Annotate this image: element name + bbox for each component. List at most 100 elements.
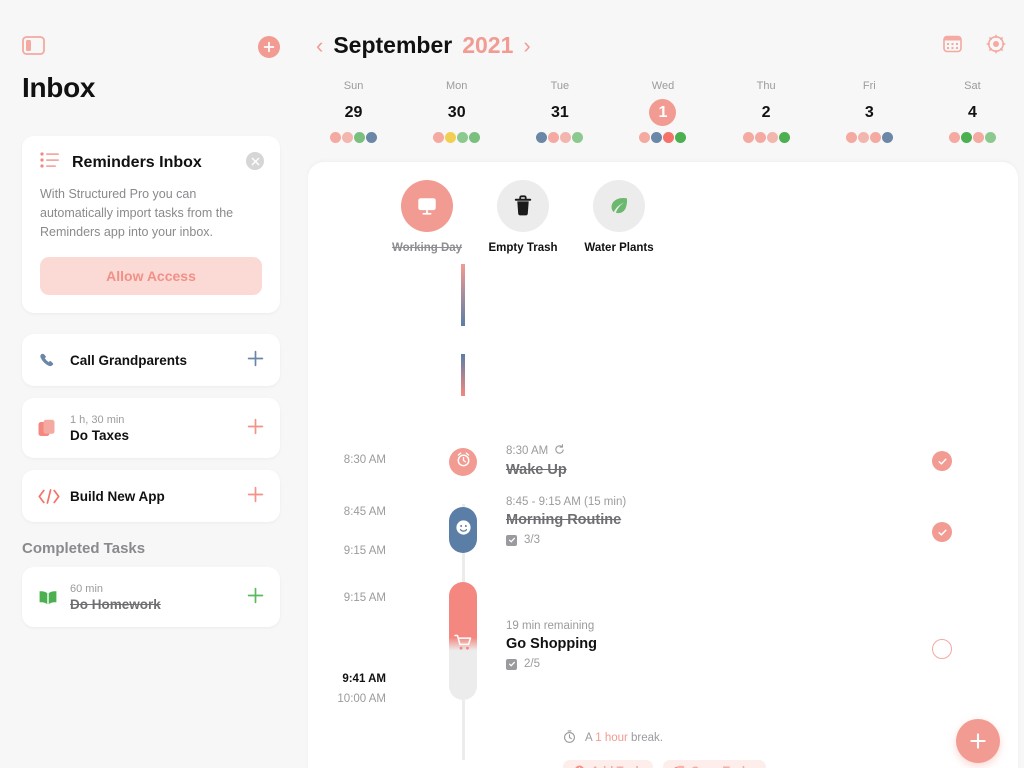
week-day-thu[interactable]: Thu 2	[715, 80, 818, 143]
sidebar-panel-icon[interactable]	[22, 36, 45, 55]
break-block: A 1 hour break. Add Task	[563, 730, 766, 768]
week-day-number[interactable]: 30	[443, 99, 470, 126]
timeline-time-label: 9:15 AM	[343, 545, 386, 557]
main-pane: ‹ September 2021 › Sun 29 Mon 30 Tue 31 …	[302, 0, 1024, 768]
event-dot	[354, 132, 366, 143]
add-to-day-button[interactable]	[247, 485, 264, 507]
timeline-connector	[461, 354, 465, 396]
week-day-event-dots	[433, 132, 481, 143]
add-new-button[interactable]	[956, 719, 1000, 763]
copy-tasks-button[interactable]: Copy Tasks	[662, 760, 766, 768]
top-toolbar	[943, 34, 1006, 59]
timeline-event[interactable]: 19 min remaining Go Shopping 2/5	[506, 620, 597, 670]
week-day-name: Sat	[964, 80, 981, 92]
event-node[interactable]	[449, 582, 477, 700]
inbox-task-list: Call Grandparents 1 h, 30 min Do Taxes B…	[0, 334, 302, 639]
event-dot	[766, 132, 778, 143]
calendar-icon[interactable]	[943, 34, 962, 59]
checkbox-icon	[506, 658, 517, 670]
promo-close-icon[interactable]	[246, 152, 264, 170]
month-label: September	[333, 32, 453, 58]
timeline-time-label: 10:00 AM	[337, 693, 386, 705]
week-day-name: Wed	[651, 80, 675, 92]
week-day-tue[interactable]: Tue 31	[508, 80, 611, 143]
code-icon	[38, 488, 64, 504]
quick-task-label: Water Plants	[584, 242, 654, 254]
week-day-name: Thu	[756, 80, 776, 92]
add-to-day-button[interactable]	[247, 417, 264, 439]
break-prefix: A	[585, 732, 596, 744]
week-day-event-dots	[536, 132, 584, 143]
timeline-event[interactable]: 8:45 - 9:15 AM (15 min) Morning Routine …	[506, 496, 626, 546]
list-item[interactable]: Call Grandparents	[22, 334, 280, 386]
repeat-icon	[554, 444, 565, 458]
completed-tasks-header: Completed Tasks	[22, 540, 146, 557]
event-dot	[433, 132, 445, 143]
event-status-toggle[interactable]	[932, 451, 952, 471]
week-day-event-dots	[742, 132, 790, 143]
check-icon	[937, 458, 947, 465]
week-day-number[interactable]: 3	[856, 99, 883, 126]
plus-icon	[247, 418, 264, 435]
week-day-sat[interactable]: Sat 4	[921, 80, 1024, 143]
break-text: A 1 hour break.	[563, 730, 766, 746]
week-day-number[interactable]: 31	[546, 99, 573, 126]
quick-task-label: Empty Trash	[488, 242, 558, 254]
week-day-number[interactable]: 2	[753, 99, 780, 126]
week-day-number[interactable]: 29	[340, 99, 367, 126]
leaf-icon[interactable]	[593, 180, 645, 232]
quick-task[interactable]: Water Plants	[584, 180, 654, 254]
day-board: Working Day Empty Trash Water Plants 8:30 …	[308, 162, 1018, 768]
event-dot	[742, 132, 754, 143]
list-item[interactable]: 60 min Do Homework	[22, 567, 280, 627]
list-item-title: Call Grandparents	[70, 352, 188, 368]
event-status-toggle[interactable]	[932, 522, 952, 542]
event-dot	[960, 132, 972, 143]
event-dot	[857, 132, 869, 143]
event-dot	[869, 132, 881, 143]
list-item-duration: 1 h, 30 min	[70, 413, 125, 426]
week-day-event-dots	[639, 132, 687, 143]
event-dot	[663, 132, 675, 143]
list-item[interactable]: 1 h, 30 min Do Taxes	[22, 398, 280, 458]
checkbox-icon	[506, 534, 517, 546]
add-task-button[interactable]	[258, 36, 280, 58]
monitor-icon[interactable]	[401, 180, 453, 232]
timeline-event[interactable]: 8:30 AM Wake Up	[506, 444, 567, 478]
event-node[interactable]	[449, 507, 477, 553]
event-meta: 8:45 - 9:15 AM (15 min)	[506, 496, 627, 508]
week-day-name: Fri	[862, 80, 876, 92]
prev-month-button[interactable]: ‹	[316, 34, 323, 57]
week-day-number[interactable]: 1	[649, 99, 677, 126]
list-item-title: Do Homework	[70, 596, 161, 612]
quick-task[interactable]: Working Day	[392, 180, 462, 254]
trash-icon[interactable]	[497, 180, 549, 232]
event-dot	[536, 132, 548, 143]
event-dot	[639, 132, 651, 143]
event-meta: 8:30 AM	[506, 444, 567, 458]
allow-access-button[interactable]: Allow Access	[40, 257, 262, 296]
gear-icon[interactable]	[986, 34, 1006, 59]
add-to-day-button[interactable]	[247, 586, 264, 608]
week-day-sun[interactable]: Sun 29	[302, 80, 405, 143]
alarm-icon	[456, 452, 471, 472]
week-strip: Sun 29 Mon 30 Tue 31 Wed 1 Thu 2 Fri 3 Sat 4	[302, 80, 1024, 143]
week-day-name: Mon	[446, 80, 468, 92]
quick-task-row: Working Day Empty Trash Water Plants	[392, 180, 654, 254]
add-to-day-button[interactable]	[247, 349, 264, 371]
event-dot	[560, 132, 572, 143]
break-actions: Add Task Copy Tasks	[563, 760, 766, 768]
timeline-time-label: 9:15 AM	[343, 592, 386, 604]
event-node[interactable]	[449, 448, 477, 476]
next-month-button[interactable]: ›	[523, 34, 530, 57]
week-day-fri[interactable]: Fri 3	[818, 80, 921, 143]
list-item[interactable]: Build New App	[22, 470, 280, 522]
event-status-toggle[interactable]	[932, 639, 952, 659]
add-task-button[interactable]: Add Task	[563, 760, 653, 768]
quick-task[interactable]: Empty Trash	[488, 180, 558, 254]
week-day-number[interactable]: 4	[959, 99, 986, 126]
reminders-promo-card: Reminders Inbox With Structured Pro you …	[0, 136, 302, 325]
week-day-wed[interactable]: Wed 1	[611, 80, 714, 143]
week-day-mon[interactable]: Mon 30	[405, 80, 508, 143]
event-dot	[572, 132, 584, 143]
